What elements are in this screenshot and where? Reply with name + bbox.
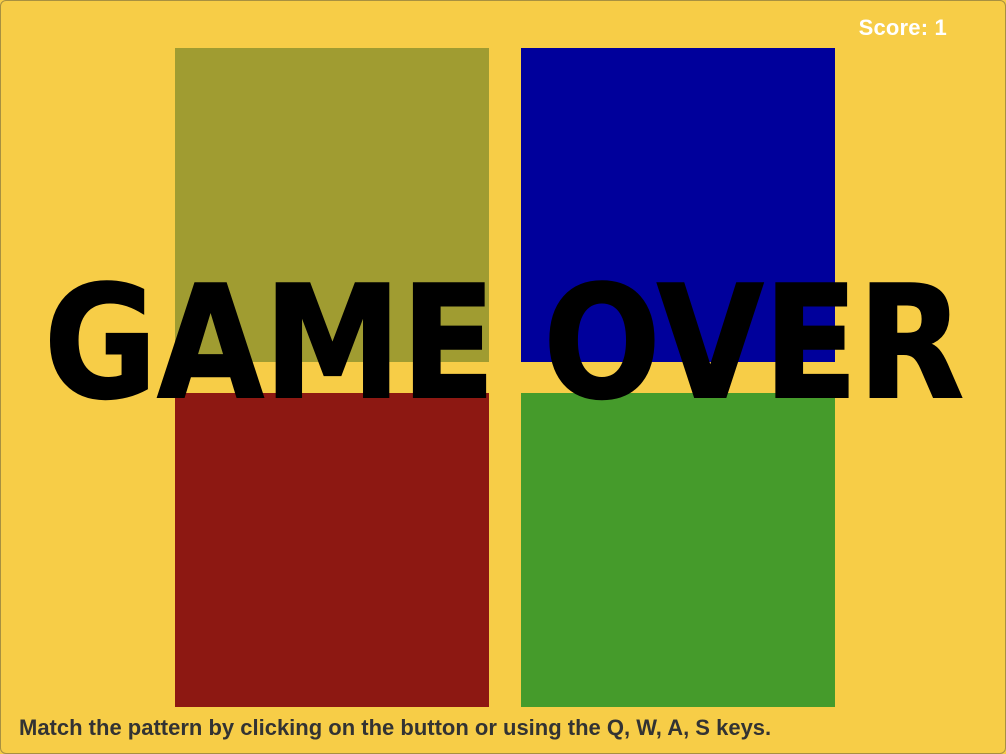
pad-s-green[interactable] <box>521 393 835 707</box>
game-stage: Score: 1 GAME OVER Match the pattern by … <box>0 0 1006 754</box>
pad-a-red[interactable] <box>175 393 489 707</box>
instructions-text: Match the pattern by clicking on the but… <box>19 715 772 740</box>
score-display: Score: 1 <box>858 15 947 40</box>
game-over-graphic: GAME OVER <box>43 251 965 435</box>
game-over-overlay: GAME OVER <box>1 239 1005 439</box>
game-over-text: GAME OVER <box>44 252 964 434</box>
